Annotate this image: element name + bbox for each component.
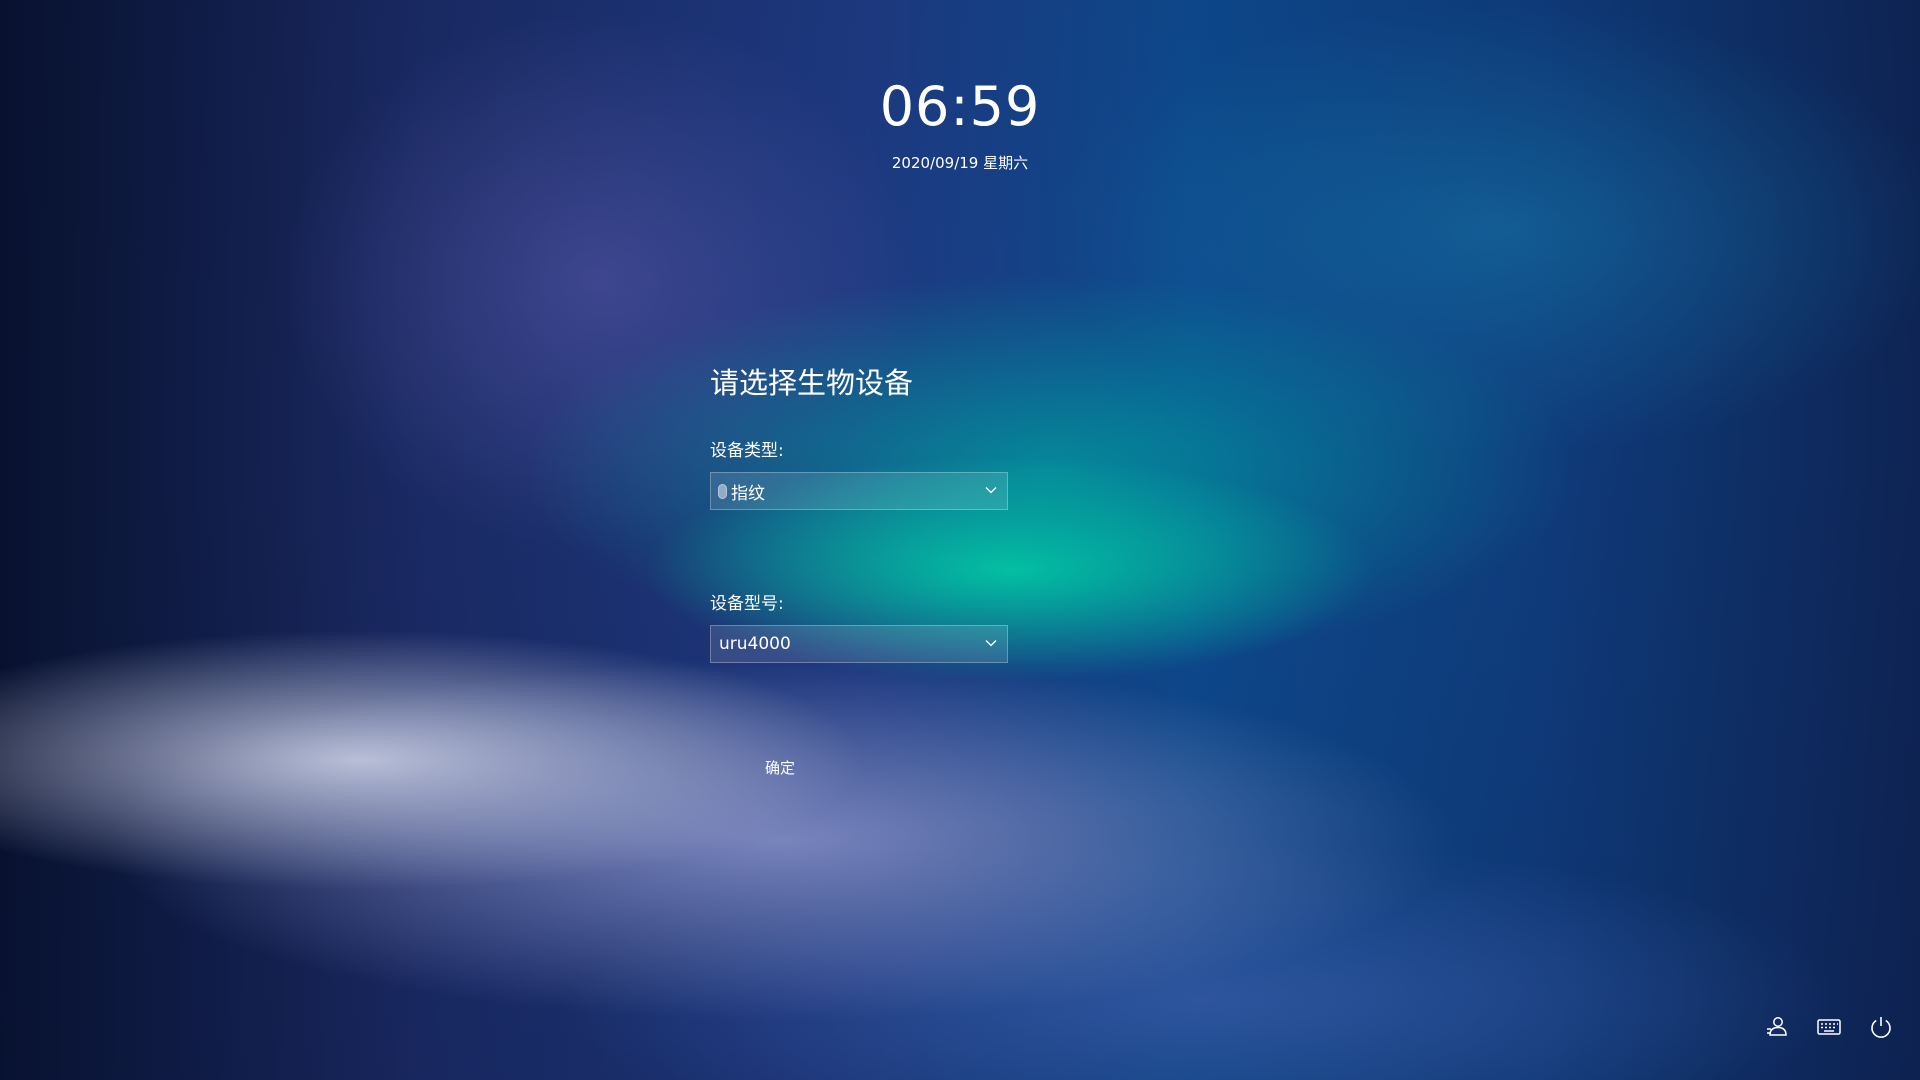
switch-user-icon <box>1767 1017 1787 1036</box>
device-type-value: 指纹 <box>731 483 765 504</box>
power-icon <box>1871 1017 1891 1038</box>
chevron-down-icon <box>985 487 997 494</box>
system-tray <box>1762 1012 1896 1042</box>
panel-title: 请选择生物设备 <box>710 366 914 400</box>
keyboard-button[interactable] <box>1814 1012 1844 1042</box>
lock-screen: 06:59 2020/09/19 星期六 请选择生物设备 设备类型: 指纹 设备… <box>0 0 1920 1080</box>
device-type-label: 设备类型: <box>710 441 784 461</box>
fingerprint-icon <box>718 483 727 499</box>
device-model-select[interactable]: uru4000 <box>710 625 1008 663</box>
power-button[interactable] <box>1866 1012 1896 1042</box>
clock-date: 2020/09/19 星期六 <box>891 154 1029 172</box>
keyboard-icon <box>1817 1019 1841 1035</box>
device-model-label: 设备型号: <box>710 594 784 614</box>
chevron-down-icon <box>985 640 997 647</box>
switch-user-button[interactable] <box>1762 1012 1792 1042</box>
device-model-value: uru4000 <box>719 634 791 654</box>
confirm-button[interactable]: 确定 <box>710 753 850 782</box>
device-type-select[interactable]: 指纹 <box>710 472 1008 510</box>
biometric-device-panel: 请选择生物设备 设备类型: 指纹 设备型号: uru4000 确定 <box>710 360 1010 777</box>
clock-time: 06:59 <box>879 75 1041 138</box>
